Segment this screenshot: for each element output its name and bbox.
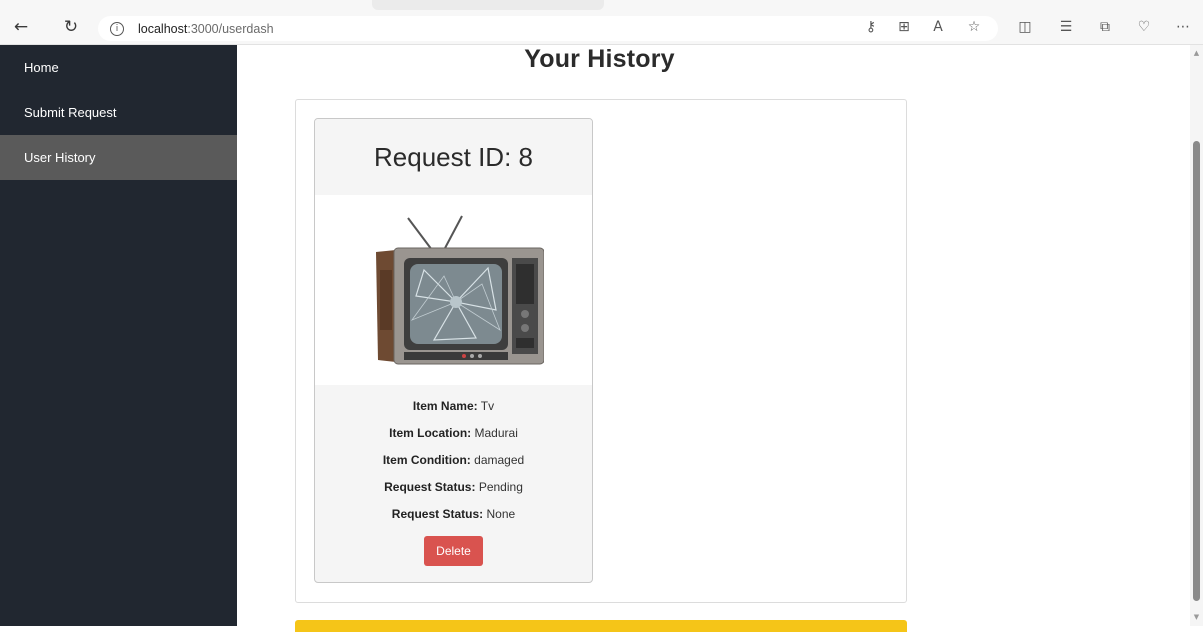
broken-tv-image — [375, 215, 544, 365]
browser-toolbar: ← ↻ i localhost:3000/userdash ⚷ ⊞ A ☆ ◫ … — [0, 0, 1203, 45]
favorite-star-icon[interactable]: ☆ — [963, 18, 985, 36]
info-icon[interactable]: i — [110, 21, 124, 36]
more-menu-icon[interactable]: ⋯ — [1172, 18, 1194, 36]
sidebar-item-submit-request[interactable]: Submit Request — [0, 90, 237, 135]
field-item-location: Item Location: Madurai — [389, 426, 518, 440]
item-image — [315, 195, 592, 385]
page-title: Your History — [524, 45, 675, 73]
sidebar-item-label: Submit Request — [24, 105, 117, 120]
delete-button[interactable]: Delete — [424, 536, 483, 566]
tab-strip-edge — [372, 0, 604, 10]
split-screen-icon[interactable]: ◫ — [1014, 18, 1036, 36]
main-content: Your History Request ID: 8 Item Name: Tv… — [237, 45, 1190, 632]
sidebar-item-user-history[interactable]: User History — [0, 135, 237, 180]
browser-essentials-icon[interactable]: ♡ — [1133, 18, 1155, 36]
request-details: Item Name: Tv Item Location: Madurai Ite… — [315, 385, 592, 566]
next-card-edge — [295, 620, 907, 632]
scroll-down-icon[interactable]: ▼ — [1192, 613, 1201, 622]
scroll-up-icon[interactable]: ▲ — [1192, 49, 1201, 58]
field-request-status-2: Request Status: None — [391, 507, 516, 521]
read-aloud-icon[interactable]: A — [927, 18, 949, 36]
request-id-heading: Request ID: 8 — [315, 119, 592, 195]
key-icon[interactable]: ⚷ — [860, 18, 882, 36]
sidebar-item-home[interactable]: Home — [0, 45, 237, 90]
refresh-icon[interactable]: ↻ — [60, 16, 82, 38]
field-request-status: Request Status: Pending — [384, 480, 523, 494]
history-container: Request ID: 8 Item Name: Tv Item Locatio… — [295, 99, 907, 603]
sidebar-item-label: User History — [24, 150, 96, 165]
app-grid-icon[interactable]: ⊞ — [893, 18, 915, 36]
collections-icon[interactable]: ⧉ — [1094, 18, 1116, 36]
favorites-list-icon[interactable]: ☰ — [1055, 18, 1077, 36]
scroll-thumb[interactable] — [1193, 141, 1200, 601]
field-item-condition: Item Condition: damaged — [382, 453, 525, 467]
field-item-name: Item Name: Tv — [412, 399, 495, 413]
back-arrow-icon[interactable]: ← — [10, 16, 32, 38]
sidebar: Home Submit Request User History — [0, 45, 237, 626]
sidebar-item-label: Home — [24, 60, 59, 75]
request-card: Request ID: 8 Item Name: Tv Item Locatio… — [314, 118, 593, 583]
url-text: localhost:3000/userdash — [138, 21, 274, 36]
page-scrollbar[interactable]: ▲ ▼ — [1190, 45, 1203, 626]
